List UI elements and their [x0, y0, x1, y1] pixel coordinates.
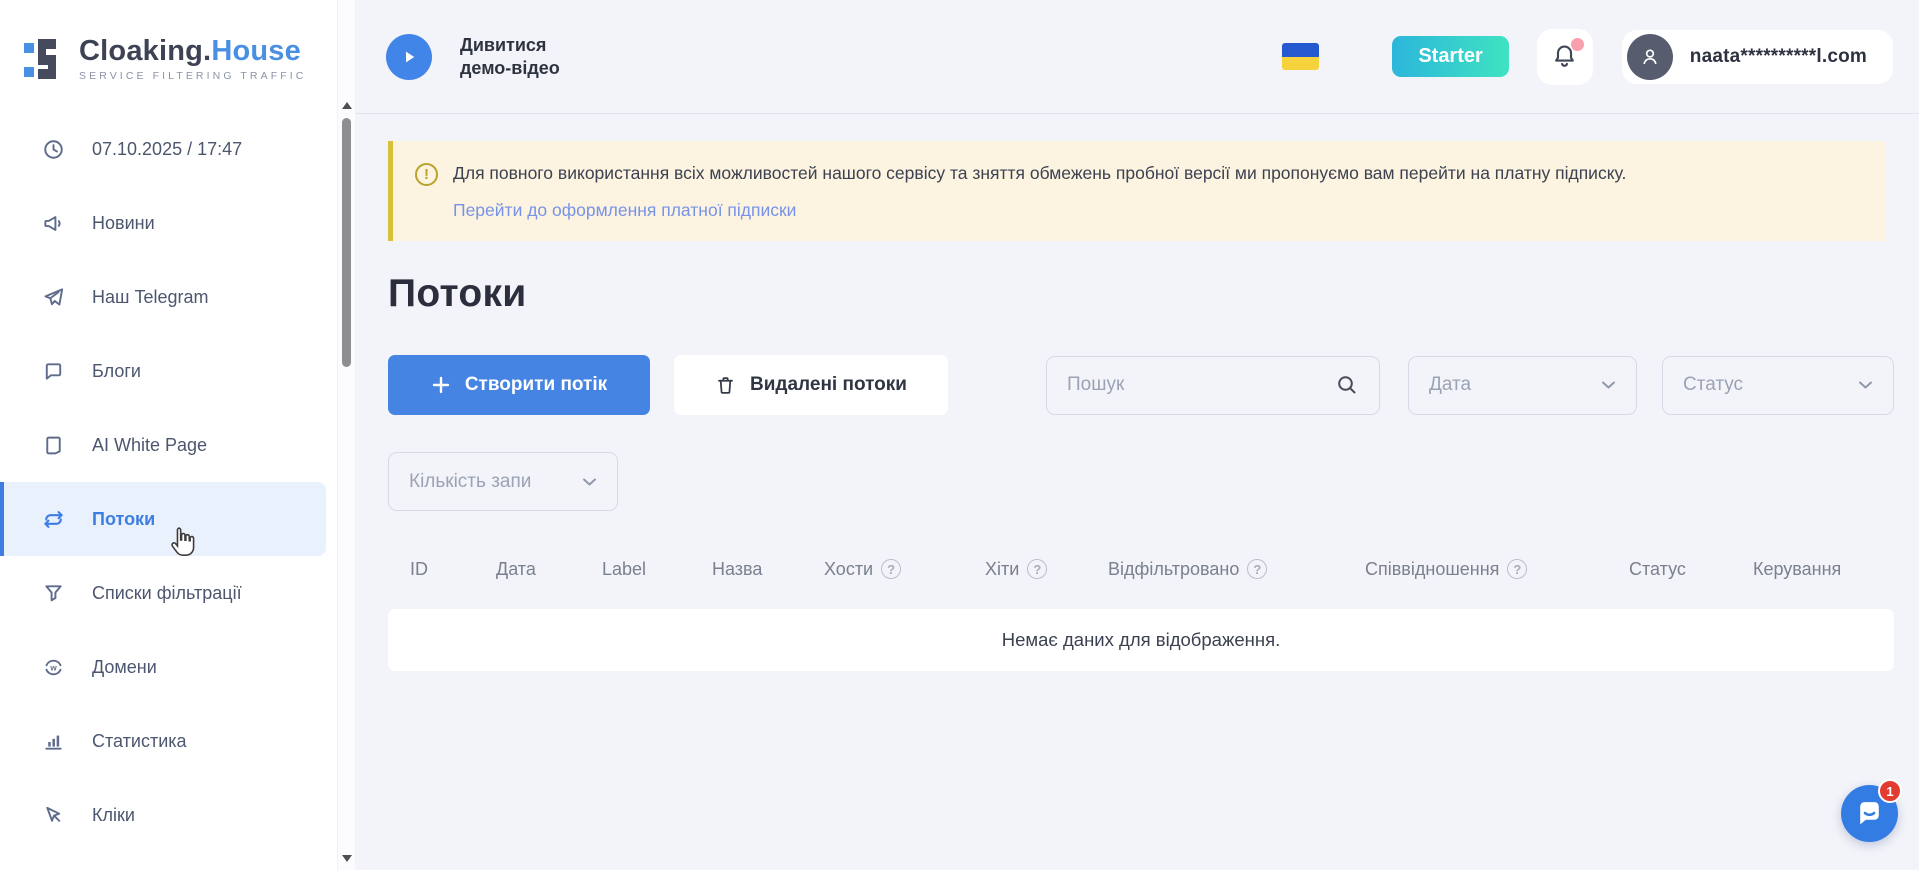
banner-message: Для повного використання всіх можливосте… — [453, 161, 1626, 186]
sidebar-item-domains[interactable]: w Домени — [0, 630, 337, 704]
sidebar-item-label: Наш Telegram — [92, 287, 208, 308]
user-email: naata**********l.com — [1690, 46, 1867, 68]
trial-warning-banner: Для повного використання всіх можливосте… — [388, 141, 1886, 241]
brand-logo[interactable]: Cloaking.House SERVICE FILTERING TRAFFIC — [0, 0, 337, 96]
column-header-hits: Хіти — [985, 559, 1108, 580]
page-title: Потоки — [388, 272, 1894, 316]
sidebar-item-label: Новини — [92, 213, 155, 234]
sidebar: Cloaking.House SERVICE FILTERING TRAFFIC… — [0, 0, 337, 870]
sidebar-item-label: 07.10.2025 / 17:47 — [92, 139, 242, 160]
date-filter-select[interactable]: Дата — [1408, 356, 1637, 415]
help-icon[interactable] — [1027, 559, 1047, 579]
page-icon — [41, 433, 65, 457]
funnel-icon — [41, 581, 65, 605]
warning-icon — [415, 163, 438, 186]
scroll-down-arrow-icon[interactable] — [342, 855, 352, 862]
main-area: Дивитися демо-відео Starter naata*******… — [355, 0, 1919, 870]
column-header-id: ID — [410, 559, 496, 580]
sidebar-item-clicks[interactable]: Кліки — [0, 778, 337, 852]
plan-badge[interactable]: Starter — [1392, 36, 1508, 77]
brand-logo-icon — [24, 36, 66, 82]
domain-icon: w — [41, 655, 65, 679]
column-header-name: Назва — [712, 559, 824, 580]
sync-icon — [41, 507, 65, 531]
cursor-icon — [41, 803, 65, 827]
brand-tagline: SERVICE FILTERING TRAFFIC — [79, 70, 306, 82]
help-icon[interactable] — [1507, 559, 1527, 579]
chat-bubble-icon — [1853, 797, 1886, 830]
user-menu[interactable]: naata**********l.com — [1622, 30, 1893, 84]
scroll-up-arrow-icon[interactable] — [342, 102, 352, 109]
sidebar-item-streams[interactable]: Потоки — [0, 482, 326, 556]
column-header-status: Статус — [1629, 559, 1753, 580]
help-icon[interactable] — [881, 559, 901, 579]
plus-icon — [431, 375, 451, 395]
chevron-down-icon — [582, 477, 597, 487]
column-header-date: Дата — [496, 559, 602, 580]
sidebar-nav: 07.10.2025 / 17:47 Новини Наш Telegram Б… — [0, 112, 337, 852]
create-stream-button[interactable]: Створити потік — [388, 355, 650, 415]
search-input[interactable] — [1067, 374, 1325, 396]
sidebar-item-label: Статистика — [92, 731, 187, 752]
demo-video-label[interactable]: Дивитися демо-відео — [460, 34, 560, 79]
search-box — [1046, 356, 1380, 415]
notifications-button[interactable] — [1537, 29, 1593, 85]
column-header-hosts: Хости — [824, 559, 985, 580]
status-filter-select[interactable]: Статус — [1662, 356, 1894, 415]
telegram-icon — [41, 285, 65, 309]
sidebar-item-statistics[interactable]: Статистика — [0, 704, 337, 778]
column-header-ratio: Співвідношення — [1365, 559, 1629, 580]
sidebar-item-telegram[interactable]: Наш Telegram — [0, 260, 337, 334]
sidebar-item-label: Блоги — [92, 361, 141, 382]
trash-icon — [715, 375, 736, 396]
search-icon[interactable] — [1335, 373, 1359, 397]
secondary-controls-row: Кількість запи — [388, 452, 1894, 511]
sidebar-item-blogs[interactable]: Блоги — [0, 334, 337, 408]
sidebar-item-label: Кліки — [92, 805, 135, 826]
demo-video-play-button[interactable] — [386, 34, 432, 80]
sidebar-item-label: Потоки — [92, 509, 155, 530]
bar-chart-icon — [41, 729, 65, 753]
avatar — [1627, 34, 1673, 80]
upgrade-subscription-link[interactable]: Перейти до оформлення платної підписки — [453, 200, 796, 221]
sidebar-item-label: Списки фільтрації — [92, 583, 242, 604]
chat-bubble-icon — [41, 359, 65, 383]
sidebar-item-datetime[interactable]: 07.10.2025 / 17:47 — [0, 112, 337, 186]
deleted-streams-button[interactable]: Видалені потоки — [674, 355, 948, 415]
play-icon — [400, 48, 418, 66]
sidebar-scrollbar[interactable] — [337, 0, 355, 870]
empty-state-text: Немає даних для відображення. — [1002, 629, 1280, 651]
sidebar-item-news[interactable]: Новини — [0, 186, 337, 260]
column-header-label: Label — [602, 559, 712, 580]
chat-widget-button[interactable]: 1 — [1841, 785, 1898, 842]
sidebar-item-filter-lists[interactable]: Списки фільтрації — [0, 556, 337, 630]
chevron-down-icon — [1858, 380, 1873, 390]
brand-name: Cloaking. — [79, 35, 211, 67]
topbar: Дивитися демо-відео Starter naata*******… — [355, 0, 1919, 114]
svg-text:w: w — [49, 663, 57, 672]
clock-icon — [41, 137, 65, 161]
per-page-select[interactable]: Кількість запи — [388, 452, 618, 511]
help-icon[interactable] — [1247, 559, 1267, 579]
controls-row: Створити потік Видалені потоки Дата — [388, 355, 1894, 415]
chat-unread-badge: 1 — [1878, 779, 1902, 803]
chevron-down-icon — [1601, 380, 1616, 390]
notification-dot — [1571, 38, 1584, 51]
sidebar-item-ai-white-page[interactable]: AI White Page — [0, 408, 337, 482]
scrollbar-thumb[interactable] — [342, 118, 351, 367]
content: Для повного використання всіх можливосте… — [355, 114, 1919, 870]
language-flag-ukraine[interactable] — [1282, 43, 1319, 70]
table-header: ID Дата Label Назва Хости Хіти Відфільтр… — [388, 541, 1894, 597]
sidebar-item-label: AI White Page — [92, 435, 207, 456]
sidebar-item-label: Домени — [92, 657, 157, 678]
brand-text: Cloaking.House SERVICE FILTERING TRAFFIC — [79, 36, 306, 82]
megaphone-icon — [41, 211, 65, 235]
table-empty-state: Немає даних для відображення. — [388, 609, 1894, 671]
column-header-filtered: Відфільтровано — [1108, 559, 1365, 580]
column-header-actions: Керування — [1753, 559, 1864, 580]
